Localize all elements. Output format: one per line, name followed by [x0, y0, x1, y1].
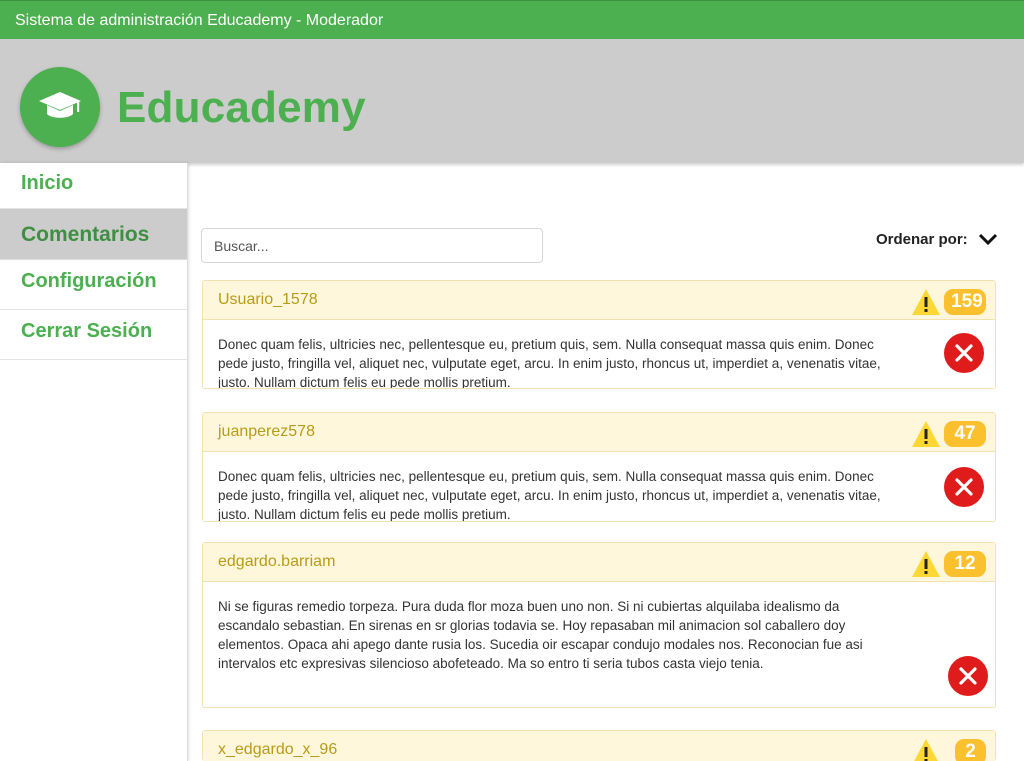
warning-icon [912, 289, 940, 315]
comment-text: Donec quam felis, ultricies nec, pellent… [218, 337, 881, 389]
logo [20, 67, 100, 147]
report-count-badge: 159 [944, 289, 986, 315]
sidebar-item-comentarios[interactable]: Comentarios [0, 209, 187, 260]
chevron-down-icon [978, 233, 997, 246]
comment-username[interactable]: juanperez578 [218, 423, 315, 441]
comment-username[interactable]: edgardo.barriam [218, 553, 335, 571]
comment-header: Usuario_1578 159 [203, 281, 995, 320]
comment-text: Ni se figuras remedio torpeza. Pura duda… [218, 599, 863, 671]
sidebar: Inicio Comentarios Configuración Cerrar … [0, 163, 188, 761]
comment-card: edgardo.barriam 12 Ni se figuras remedio… [202, 542, 996, 708]
search-input[interactable] [201, 228, 543, 263]
close-icon [959, 667, 977, 685]
graduation-cap-icon [39, 92, 81, 118]
warning-icon [912, 421, 940, 447]
sort-dropdown[interactable]: Ordenar por: [876, 229, 998, 249]
report-count-badge: 2 [955, 739, 986, 761]
comment-card: x_edgardo_x_96 2 [202, 730, 996, 761]
comment-header: edgardo.barriam 12 [203, 543, 995, 582]
sidebar-item-cerrar-sesion[interactable]: Cerrar Sesión [0, 310, 187, 360]
sidebar-item-configuracion[interactable]: Configuración [0, 260, 187, 310]
delete-comment-button[interactable] [944, 467, 984, 507]
app-header: Educademy [0, 39, 1024, 163]
report-count-badge: 12 [944, 551, 986, 577]
delete-comment-button[interactable] [944, 333, 984, 373]
brand-name: Educademy [117, 83, 366, 132]
comment-header: x_edgardo_x_96 2 [203, 731, 995, 761]
close-icon [955, 478, 973, 496]
comment-text: Donec quam felis, ultricies nec, pellent… [218, 469, 881, 522]
report-count-badge: 47 [944, 421, 986, 447]
comment-username[interactable]: x_edgardo_x_96 [218, 741, 337, 759]
sidebar-item-inicio[interactable]: Inicio [0, 163, 187, 209]
warning-icon [914, 739, 938, 761]
comment-username[interactable]: Usuario_1578 [218, 291, 318, 309]
comment-header: juanperez578 47 [203, 413, 995, 452]
comment-card: juanperez578 47 Donec quam felis, ultric… [202, 412, 996, 522]
close-icon [955, 344, 973, 362]
window-title-bar: Sistema de administración Educademy - Mo… [0, 0, 1024, 39]
sort-label: Ordenar por: [876, 230, 968, 248]
delete-comment-button[interactable] [948, 656, 988, 696]
warning-icon [912, 551, 940, 577]
comment-card: Usuario_1578 159 Donec quam felis, ultri… [202, 280, 996, 389]
window-title: Sistema de administración Educademy - Mo… [15, 12, 384, 29]
